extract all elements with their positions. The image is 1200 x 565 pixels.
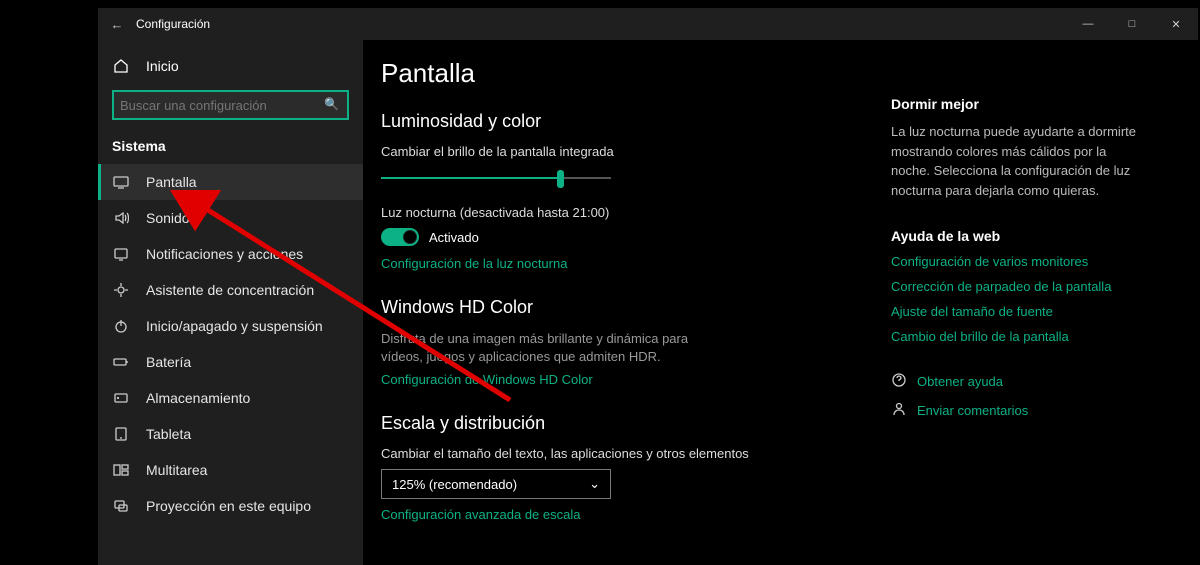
web-help-link-3[interactable]: Cambio del brillo de la pantalla xyxy=(891,329,1141,344)
sidebar-item-label: Almacenamiento xyxy=(146,390,250,406)
sidebar-item-pantalla[interactable]: Pantalla xyxy=(98,164,363,200)
sidebar-item-label: Tableta xyxy=(146,426,191,442)
chevron-down-icon: ⌄ xyxy=(589,476,600,492)
brightness-slider-label: Cambiar el brillo de la pantalla integra… xyxy=(381,144,891,159)
storage-icon xyxy=(112,390,130,406)
help-icon xyxy=(891,372,907,391)
web-help-link-1[interactable]: Corrección de parpadeo de la pantalla xyxy=(891,279,1141,294)
web-help-heading: Ayuda de la web xyxy=(891,228,1141,244)
home-label: Inicio xyxy=(146,58,179,74)
web-help-link-2[interactable]: Ajuste del tamaño de fuente xyxy=(891,304,1141,319)
sidebar-item-label: Batería xyxy=(146,354,191,370)
sidebar-item-label: Multitarea xyxy=(146,462,207,478)
sleep-text: La luz nocturna puede ayudarte a dormirt… xyxy=(891,122,1141,200)
feedback-label: Enviar comentarios xyxy=(917,403,1028,418)
sidebar-item-tableta[interactable]: Tableta xyxy=(98,416,363,452)
scale-value: 125% (recomendado) xyxy=(392,477,517,492)
hdcolor-section: Windows HD Color Disfruta de una imagen … xyxy=(381,297,891,387)
sidebar-item-bateria[interactable]: Batería xyxy=(98,344,363,380)
web-help-link-0[interactable]: Configuración de varios monitores xyxy=(891,254,1141,269)
night-light-toggle[interactable] xyxy=(381,228,419,246)
maximize-button[interactable]: □ xyxy=(1110,8,1154,40)
sound-icon xyxy=(112,210,130,226)
sidebar-item-label: Asistente de concentración xyxy=(146,282,314,298)
notifications-icon xyxy=(112,246,130,262)
search-input[interactable] xyxy=(112,90,349,120)
sidebar-item-notificaciones[interactable]: Notificaciones y acciones xyxy=(98,236,363,272)
sleep-heading: Dormir mejor xyxy=(891,96,1141,112)
project-icon xyxy=(112,498,130,514)
tablet-icon xyxy=(112,426,130,442)
display-icon xyxy=(112,174,130,190)
sidebar-item-proyeccion[interactable]: Proyección en este equipo xyxy=(98,488,363,524)
feedback-link[interactable]: Enviar comentarios xyxy=(891,401,1141,420)
window-title: Configuración xyxy=(136,17,210,31)
sidebar-item-sonido[interactable]: Sonido xyxy=(98,200,363,236)
home-nav[interactable]: Inicio xyxy=(98,50,363,82)
sidebar-item-label: Proyección en este equipo xyxy=(146,498,311,514)
sidebar-item-inicio-apagado[interactable]: Inicio/apagado y suspensión xyxy=(98,308,363,344)
scale-label: Cambiar el tamaño del texto, las aplicac… xyxy=(381,446,891,461)
sidebar-item-almacenamiento[interactable]: Almacenamiento xyxy=(98,380,363,416)
sidebar-item-label: Inicio/apagado y suspensión xyxy=(146,318,323,334)
sidebar-item-concentracion[interactable]: Asistente de concentración xyxy=(98,272,363,308)
sidebar-item-label: Sonido xyxy=(146,210,190,226)
get-help-link[interactable]: Obtener ayuda xyxy=(891,372,1141,391)
sidebar-item-label: Notificaciones y acciones xyxy=(146,246,303,262)
aside: Dormir mejor La luz nocturna puede ayuda… xyxy=(891,58,1151,565)
scale-dropdown[interactable]: 125% (recomendado) ⌄ xyxy=(381,469,611,499)
multitask-icon xyxy=(112,462,130,478)
brightness-slider[interactable] xyxy=(381,167,611,189)
advanced-scale-link[interactable]: Configuración avanzada de escala xyxy=(381,507,891,522)
focus-icon xyxy=(112,282,130,298)
battery-icon xyxy=(112,354,130,370)
page-title: Pantalla xyxy=(381,58,891,89)
search-icon: 🔍 xyxy=(324,97,339,111)
hdcolor-desc: Disfruta de una imagen más brillante y d… xyxy=(381,330,721,366)
titlebar: ← Configuración ― □ ✕ xyxy=(98,8,1198,40)
toggle-state-label: Activado xyxy=(429,230,479,245)
hdcolor-settings-link[interactable]: Configuración de Windows HD Color xyxy=(381,372,891,387)
back-button[interactable]: ← xyxy=(98,17,136,32)
scale-heading: Escala y distribución xyxy=(381,413,891,434)
night-light-label: Luz nocturna (desactivada hasta 21:00) xyxy=(381,205,891,220)
hdcolor-heading: Windows HD Color xyxy=(381,297,891,318)
close-button[interactable]: ✕ xyxy=(1154,8,1198,40)
scale-section: Escala y distribución Cambiar el tamaño … xyxy=(381,413,891,522)
power-icon xyxy=(112,318,130,334)
main-content: Pantalla Luminosidad y color Cambiar el … xyxy=(363,40,1198,565)
sidebar: Inicio 🔍 Sistema Pantalla Sonido Notific… xyxy=(98,40,363,565)
home-icon xyxy=(112,58,130,74)
brightness-heading: Luminosidad y color xyxy=(381,111,891,132)
sidebar-item-multitarea[interactable]: Multitarea xyxy=(98,452,363,488)
settings-window: ← Configuración ― □ ✕ Inicio 🔍 Sistema xyxy=(98,8,1198,565)
brightness-section: Luminosidad y color Cambiar el brillo de… xyxy=(381,111,891,271)
minimize-button[interactable]: ― xyxy=(1066,8,1110,40)
night-light-settings-link[interactable]: Configuración de la luz nocturna xyxy=(381,256,891,271)
feedback-icon xyxy=(891,401,907,420)
sidebar-item-label: Pantalla xyxy=(146,174,197,190)
get-help-label: Obtener ayuda xyxy=(917,374,1003,389)
section-label: Sistema xyxy=(98,126,363,164)
